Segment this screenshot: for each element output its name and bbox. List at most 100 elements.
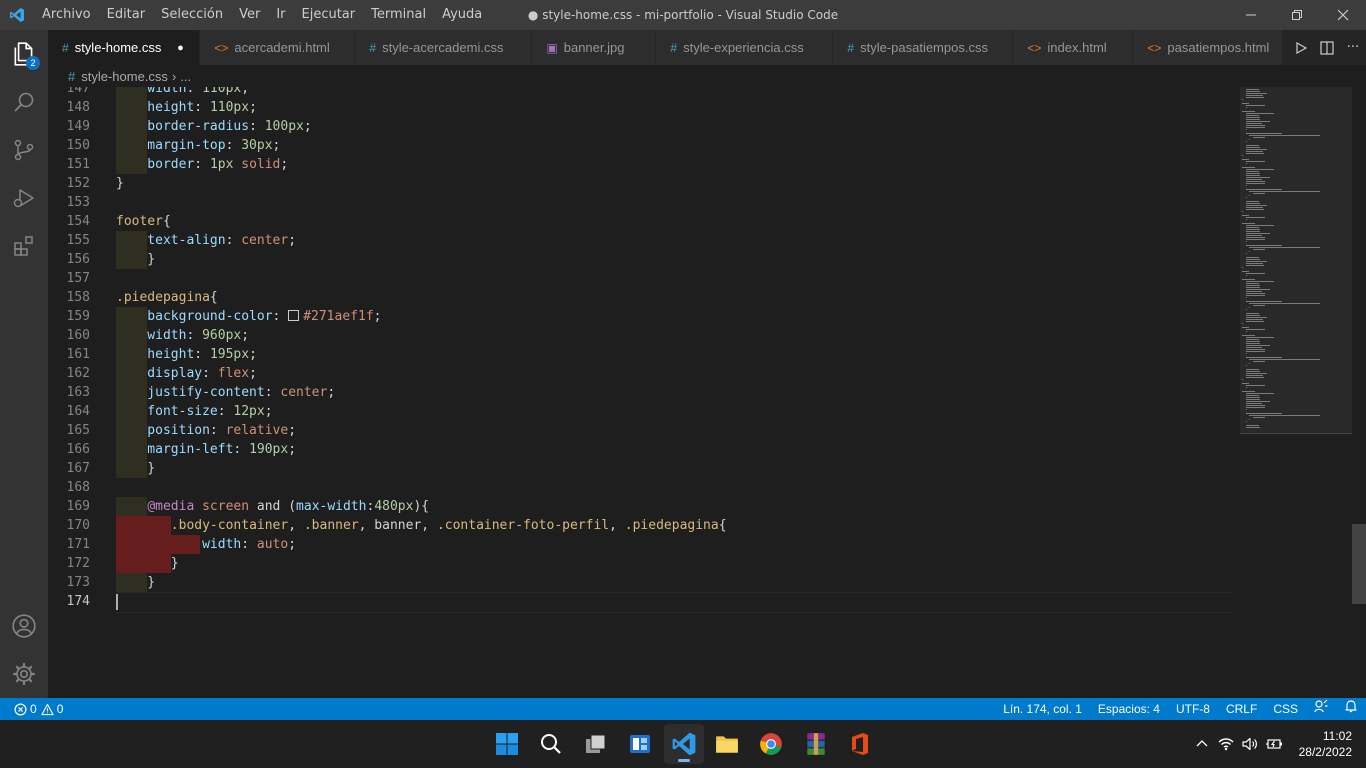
accounts-button[interactable] xyxy=(0,602,48,650)
tab-style-acercademi-css[interactable]: # style-acercademi.css xyxy=(355,30,533,65)
minimap-line xyxy=(1249,139,1250,140)
minimap-line xyxy=(1246,253,1247,254)
minimize-button[interactable] xyxy=(1228,0,1274,30)
tab-index-html[interactable]: <> index.html xyxy=(1013,30,1134,65)
problems-indicator[interactable]: 0 0 xyxy=(0,702,63,716)
chrome-button[interactable] xyxy=(751,724,791,764)
minimap-line xyxy=(1246,107,1247,108)
minimap-line xyxy=(1246,115,1259,116)
tab-style-pasatiempos-css[interactable]: # style-pasatiempos.css xyxy=(833,30,1014,65)
explorer-button[interactable]: 2 xyxy=(0,30,48,78)
minimap-line xyxy=(1246,217,1265,218)
editor-actions: ··· xyxy=(1288,30,1366,65)
tab-acercademi-html[interactable]: <> acercademi.html xyxy=(200,30,356,65)
code-line: 150 margin-top: 30px; xyxy=(66,136,281,155)
menu-ver[interactable]: Ver xyxy=(231,0,268,30)
breadcrumb-symbol[interactable]: ... xyxy=(180,69,191,84)
minimap-line xyxy=(1246,189,1282,190)
minimap-line xyxy=(1242,327,1249,328)
office-icon xyxy=(852,733,868,755)
show-hidden-icons-button[interactable] xyxy=(1190,720,1214,768)
minimap-line xyxy=(1246,121,1270,122)
task-view-button[interactable] xyxy=(576,724,616,764)
unsaved-dot-icon[interactable]: ● xyxy=(173,42,187,54)
minimap-line xyxy=(1246,315,1260,316)
start-button[interactable] xyxy=(487,724,527,764)
menu-editar[interactable]: Editar xyxy=(99,0,154,30)
minimap[interactable] xyxy=(1232,87,1352,698)
file-explorer-button[interactable] xyxy=(707,724,747,764)
minimap-line xyxy=(1246,91,1260,92)
indentation[interactable]: Espacios: 4 xyxy=(1090,698,1168,720)
code-line: 153 xyxy=(66,195,90,210)
cursor-position[interactable]: Lín. 174, col. 1 xyxy=(995,698,1090,720)
taskbar-search-button[interactable] xyxy=(531,724,571,764)
office-button[interactable] xyxy=(840,724,880,764)
menu-archivo[interactable]: Archivo xyxy=(34,0,99,30)
extensions-button[interactable] xyxy=(0,222,48,270)
minimap-line xyxy=(1246,339,1259,340)
minimap-line xyxy=(1246,365,1247,366)
breadcrumb: # style-home.css › ... xyxy=(48,65,1366,87)
feedback-button[interactable] xyxy=(1306,698,1336,720)
minimap-line xyxy=(1246,231,1260,232)
minimap-line xyxy=(1242,335,1255,336)
error-icon xyxy=(14,703,27,715)
minimap-line xyxy=(1242,211,1243,212)
menu-ir[interactable]: Ir xyxy=(268,0,293,30)
minimap-line xyxy=(1246,399,1260,400)
volume-button[interactable] xyxy=(1238,720,1262,768)
code-line: 161 height: 195px; xyxy=(66,345,257,364)
notifications-button[interactable] xyxy=(1336,698,1366,720)
tab-style-home-css[interactable]: # style-home.css ● xyxy=(48,30,201,65)
minimap-line xyxy=(1246,181,1265,182)
minimap-line xyxy=(1246,309,1247,310)
tab-label: style-pasatiempos.css xyxy=(860,40,988,55)
folder-icon xyxy=(716,736,738,753)
source-control-button[interactable] xyxy=(0,126,48,174)
run-debug-button[interactable] xyxy=(0,174,48,222)
run-file-button[interactable] xyxy=(1288,30,1314,65)
minimap-line xyxy=(1253,249,1265,250)
close-window-button[interactable] xyxy=(1320,0,1366,30)
search-icon xyxy=(14,92,34,112)
code-line: 157 xyxy=(66,271,90,286)
split-editor-button[interactable] xyxy=(1314,30,1340,65)
restore-button[interactable] xyxy=(1274,0,1320,30)
battery-button[interactable] xyxy=(1262,720,1286,768)
more-actions-button[interactable]: ··· xyxy=(1340,30,1366,65)
color-swatch[interactable] xyxy=(288,310,300,321)
breadcrumb-file[interactable]: style-home.css xyxy=(81,69,168,84)
tab-style-experiencia-css[interactable]: # style-experiencia.css xyxy=(656,30,834,65)
language-mode[interactable]: CSS xyxy=(1265,698,1306,720)
chrome-icon xyxy=(760,733,782,755)
widgets-button[interactable] xyxy=(620,724,660,764)
manage-settings-button[interactable] xyxy=(0,650,48,698)
tab-banner-jpg[interactable]: ▣ banner.jpg xyxy=(532,30,657,65)
menu-ejecutar[interactable]: Ejecutar xyxy=(294,0,364,30)
menu-ayuda[interactable]: Ayuda xyxy=(434,0,490,30)
wifi-button[interactable] xyxy=(1214,720,1238,768)
winrar-button[interactable] xyxy=(796,724,836,764)
encoding[interactable]: UTF-8 xyxy=(1168,698,1218,720)
minimap-line xyxy=(1249,363,1250,364)
vertical-scrollbar[interactable] xyxy=(1352,87,1366,698)
menu-seleccion[interactable]: Selección xyxy=(153,0,231,30)
search-view-button[interactable] xyxy=(0,78,48,126)
code-editor[interactable]: 147 width: 110px; 148 height: 110px; 149… xyxy=(48,87,1232,698)
code-line: 160 width: 960px; xyxy=(66,326,250,345)
clock[interactable]: 11:02 28/2/2022 xyxy=(1286,728,1366,760)
minimap-line xyxy=(1246,175,1260,176)
html-file-icon: <> xyxy=(1147,40,1162,55)
code-line: 165 position: relative; xyxy=(66,421,297,440)
code-line: 173 } xyxy=(66,573,156,592)
minimap-line xyxy=(1246,341,1260,342)
tab-pasatiempos-html[interactable]: <> pasatiempos.html xyxy=(1133,30,1284,65)
vscode-taskbar-button[interactable] xyxy=(664,724,704,764)
minimap-line xyxy=(1246,263,1263,264)
end-of-line[interactable]: CRLF xyxy=(1218,698,1265,720)
menu-terminal[interactable]: Terminal xyxy=(363,0,434,30)
scrollbar-thumb[interactable] xyxy=(1352,524,1366,604)
minimap-line xyxy=(1246,395,1259,396)
restore-icon xyxy=(1292,10,1302,20)
